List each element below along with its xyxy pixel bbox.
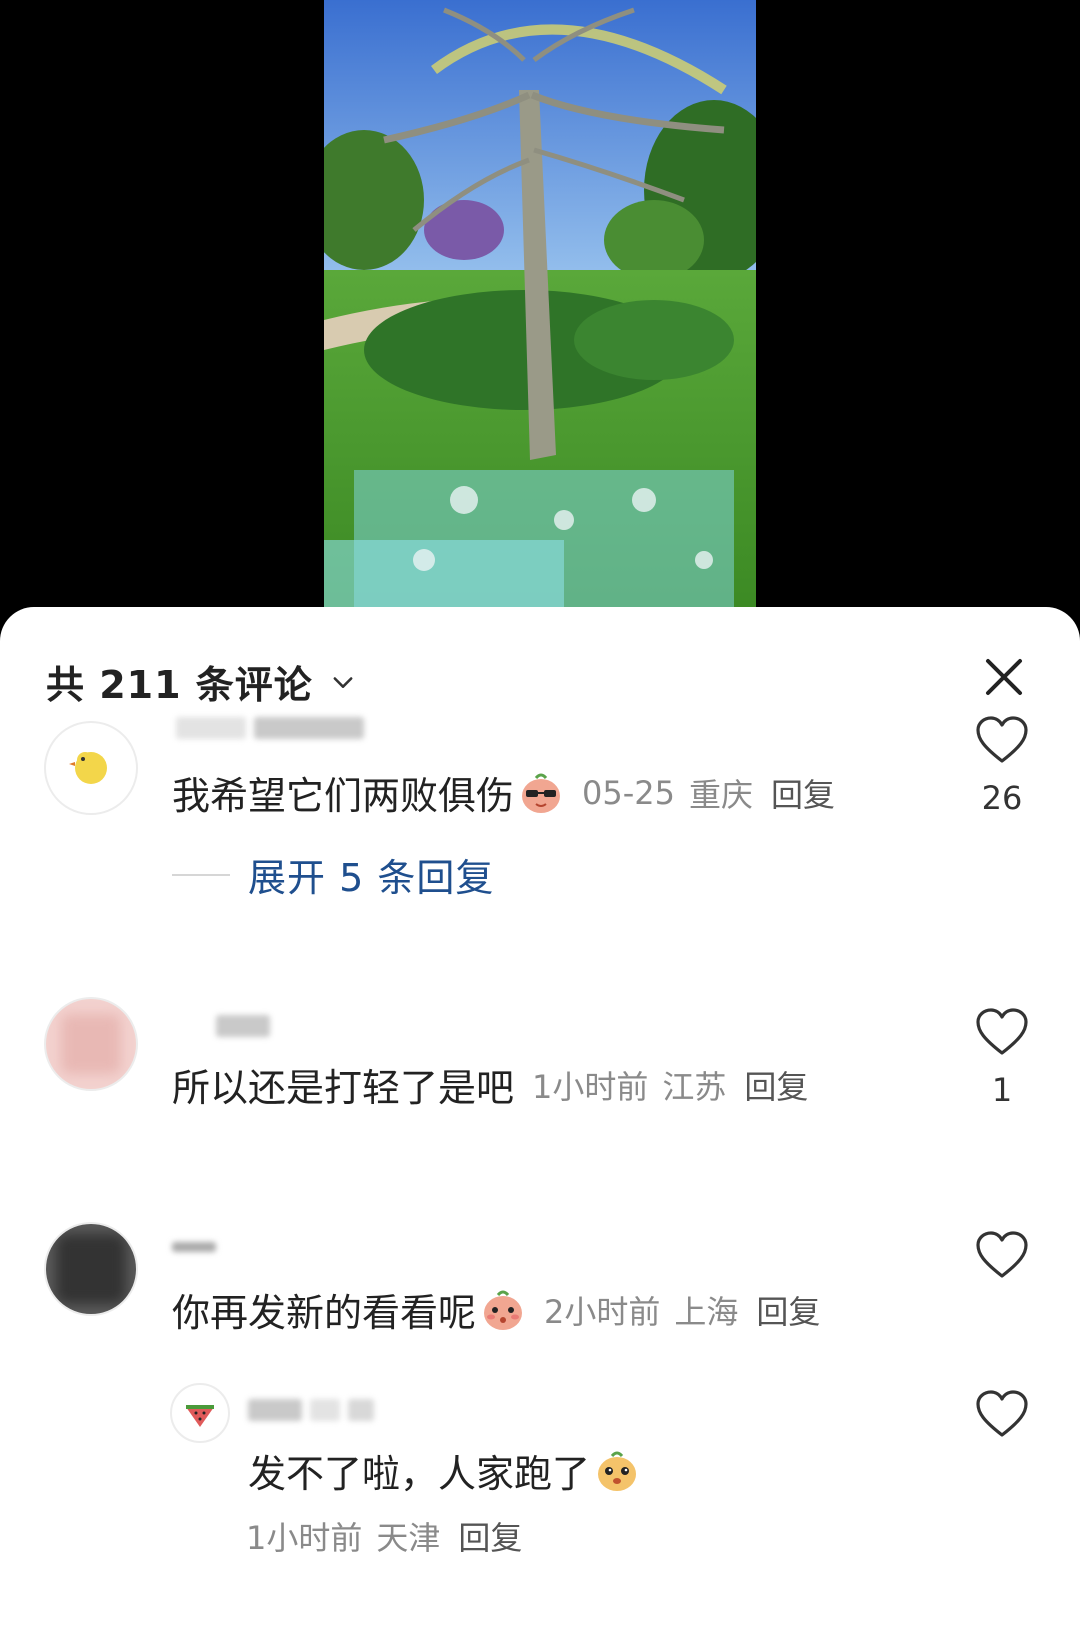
- comment-date: 1小时前: [532, 1067, 649, 1106]
- heart-icon: [976, 1231, 1028, 1278]
- username-blurred[interactable]: [176, 715, 364, 741]
- video-player[interactable]: [0, 0, 1080, 640]
- reply-meta: 1小时前 天津 回复: [246, 1513, 522, 1559]
- heart-icon: [976, 716, 1028, 763]
- comment-location: 上海: [674, 1292, 739, 1331]
- chevron-down-icon: [333, 677, 353, 688]
- comment-date: 2小时前: [544, 1292, 661, 1331]
- shy-emoji-icon: [484, 1290, 523, 1330]
- expand-replies-label: 展开 5 条回复: [248, 856, 495, 900]
- duck-icon: [69, 752, 107, 784]
- comment-text: 所以还是打轻了是吧: [172, 1066, 515, 1110]
- avatar[interactable]: [44, 1222, 138, 1316]
- like-button[interactable]: [970, 1230, 1034, 1284]
- comment-body: 你再发新的看看呢 2小时前 上海 回复: [172, 1282, 820, 1337]
- comment-location: 天津: [376, 1519, 441, 1557]
- cute-emoji-icon: [598, 1451, 637, 1491]
- like-button[interactable]: 26: [970, 715, 1034, 817]
- heart-icon: [976, 1008, 1028, 1055]
- avatar[interactable]: [44, 997, 138, 1091]
- comment-body: 我希望它们两败俱伤 05-25 重庆 回复: [172, 765, 835, 820]
- reply-button[interactable]: 回复: [756, 1287, 820, 1333]
- comment-sheet: 共 211 条评论 我希望它们两败俱伤 05-25 重庆 回复 26 展开 5 …: [0, 607, 1080, 1642]
- username-blurred[interactable]: [248, 1397, 374, 1423]
- heart-icon: [976, 1390, 1028, 1437]
- comment-location: 重庆: [689, 775, 754, 814]
- comment-location: 江苏: [662, 1067, 727, 1106]
- comment-text: 发不了啦，人家跑了: [248, 1452, 591, 1496]
- comment-count-selector[interactable]: 共 211 条评论: [46, 651, 357, 711]
- like-count: 1: [991, 1071, 1013, 1109]
- divider: [172, 873, 230, 876]
- close-icon[interactable]: [980, 653, 1028, 701]
- comment-text: 你再发新的看看呢: [172, 1291, 477, 1335]
- avatar[interactable]: [170, 1383, 230, 1443]
- comment-date: 05-25: [582, 773, 675, 812]
- like-button[interactable]: [970, 1389, 1034, 1443]
- comment-body: 发不了啦，人家跑了: [248, 1443, 640, 1498]
- expand-replies-button[interactable]: 展开 5 条回复: [172, 847, 494, 902]
- username-blurred[interactable]: [216, 1013, 270, 1039]
- like-count: 26: [981, 779, 1023, 817]
- video-frame: [324, 0, 756, 608]
- park-video-still: [324, 0, 756, 608]
- comment-text: 我希望它们两败俱伤: [172, 774, 515, 818]
- reply-button[interactable]: 回复: [771, 770, 835, 816]
- comment-count-title: 共 211 条评论: [46, 662, 313, 707]
- comment-body: 所以还是打轻了是吧 1小时前 江苏 回复: [172, 1057, 808, 1112]
- reply-button[interactable]: 回复: [744, 1062, 808, 1108]
- avatar[interactable]: [44, 721, 138, 815]
- sunglasses-emoji-icon: [522, 773, 561, 813]
- watermelon-icon: [186, 1405, 214, 1427]
- reply-button[interactable]: 回复: [458, 1513, 522, 1559]
- username-blurred[interactable]: [172, 1234, 216, 1260]
- like-button[interactable]: 1: [970, 1007, 1034, 1109]
- comment-date: 1小时前: [246, 1519, 363, 1557]
